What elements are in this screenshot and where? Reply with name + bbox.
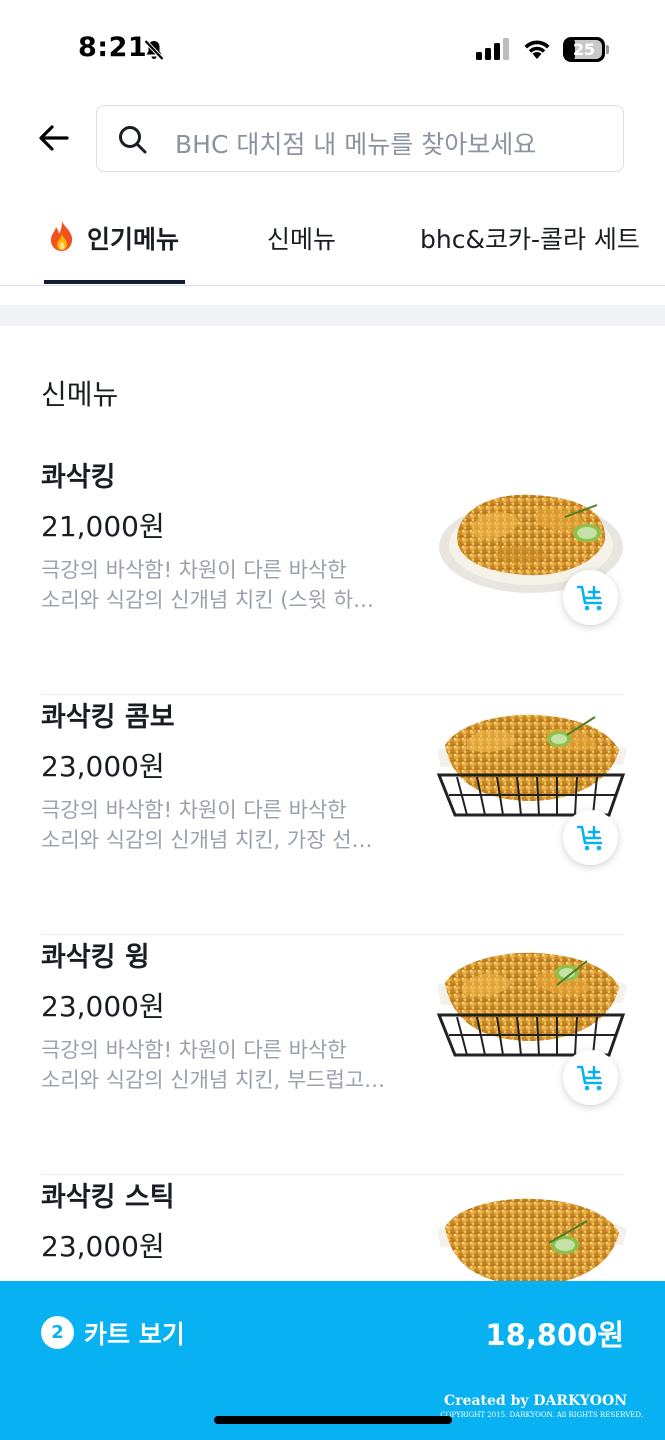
section-title: 신메뉴 bbox=[41, 378, 119, 411]
menu-item-price: 23,000원 bbox=[41, 1230, 165, 1263]
description-line: 소리와 식감의 신개념 치킨, 가장 선… bbox=[41, 828, 373, 852]
battery-level-text: 25 bbox=[572, 40, 596, 59]
menu-item-name: 콰삭킹 bbox=[41, 462, 116, 493]
arrow-left-icon bbox=[39, 125, 69, 151]
tab-popular[interactable]: 인기메뉴 bbox=[47, 220, 179, 256]
menu-item[interactable]: 콰삭킹 콤보 23,000원 극강의 바삭함! 차원이 다른 바삭한 소리와 식… bbox=[41, 695, 627, 935]
cart-plus-icon bbox=[576, 1065, 602, 1090]
tab-new-menu[interactable]: 신메뉴 bbox=[267, 220, 336, 256]
add-to-cart-button[interactable] bbox=[563, 1050, 618, 1105]
cart-plus-icon bbox=[576, 825, 602, 850]
menu-item-name: 콰삭킹 윙 bbox=[41, 942, 150, 973]
cart-plus-icon bbox=[576, 585, 602, 610]
wifi-icon bbox=[524, 40, 550, 59]
watermark-copyright: COPYRIGHT 2015. DARKYOON. All RIGHTS RES… bbox=[440, 1411, 643, 1419]
menu-item-description: 극강의 바삭함! 차원이 다른 바삭한 소리와 식감의 신개념 치킨 (스윗 하… bbox=[41, 555, 411, 615]
view-cart-label: 카트 보기 bbox=[84, 1320, 185, 1349]
home-indicator bbox=[214, 1416, 452, 1424]
tab-label: 인기메뉴 bbox=[87, 225, 180, 254]
cart-total-price: 18,800원 bbox=[485, 1318, 624, 1352]
description-line: 소리와 식감의 신개념 치킨 (스윗 하… bbox=[41, 588, 375, 612]
battery-icon: 25 bbox=[563, 37, 609, 62]
menu-item-name: 콰삭킹 스틱 bbox=[41, 1182, 175, 1213]
search-placeholder: BHC 대치점 내 메뉴를 찾아보세요 bbox=[175, 130, 537, 159]
menu-item-name: 콰삭킹 콤보 bbox=[41, 702, 175, 733]
status-bar: 8:21 25 bbox=[0, 0, 665, 100]
menu-item-description: 극강의 바삭함! 차원이 다른 바삭한 소리와 식감의 신개념 치킨, 부드럽고… bbox=[41, 1035, 411, 1095]
bell-slash-icon bbox=[144, 39, 164, 61]
section-divider bbox=[0, 305, 665, 326]
active-tab-indicator bbox=[44, 280, 185, 284]
tab-bhc-coke-set[interactable]: bhc&코카-콜라 세트 bbox=[420, 220, 640, 256]
status-time: 8:21 bbox=[78, 32, 148, 63]
watermark-title: Created by DARKYOON bbox=[444, 1393, 627, 1409]
cellular-signal-icon bbox=[476, 38, 509, 60]
menu-item-description: 극강의 바삭함! 차원이 다른 바삭한 소리와 식감의 신개념 치킨, 가장 선… bbox=[41, 795, 411, 855]
add-to-cart-button[interactable] bbox=[563, 810, 618, 865]
cart-count-badge: 2 bbox=[41, 1316, 74, 1349]
menu-item[interactable]: 콰삭킹 윙 23,000원 극강의 바삭함! 차원이 다른 바삭한 소리와 식감… bbox=[41, 935, 627, 1175]
menu-item-price: 21,000원 bbox=[41, 510, 165, 543]
description-line: 극강의 바삭함! 차원이 다른 바삭한 bbox=[41, 558, 347, 582]
search-input[interactable]: BHC 대치점 내 메뉴를 찾아보세요 bbox=[96, 105, 624, 172]
menu-item-price: 23,000원 bbox=[41, 750, 165, 783]
description-line: 극강의 바삭함! 차원이 다른 바삭한 bbox=[41, 1038, 347, 1062]
description-line: 극강의 바삭함! 차원이 다른 바삭한 bbox=[41, 798, 347, 822]
search-icon bbox=[119, 126, 147, 154]
back-button[interactable] bbox=[34, 118, 74, 158]
menu-item[interactable]: 콰삭킹 21,000원 극강의 바삭함! 차원이 다른 바삭한 소리와 식감의 … bbox=[41, 455, 624, 695]
add-to-cart-button[interactable] bbox=[563, 570, 618, 625]
category-tabs: 인기메뉴 신메뉴 bhc&코카-콜라 세트 bbox=[0, 190, 665, 286]
fire-icon bbox=[51, 221, 73, 251]
description-line: 소리와 식감의 신개념 치킨, 부드럽고… bbox=[41, 1068, 386, 1092]
menu-item-price: 23,000원 bbox=[41, 990, 165, 1023]
